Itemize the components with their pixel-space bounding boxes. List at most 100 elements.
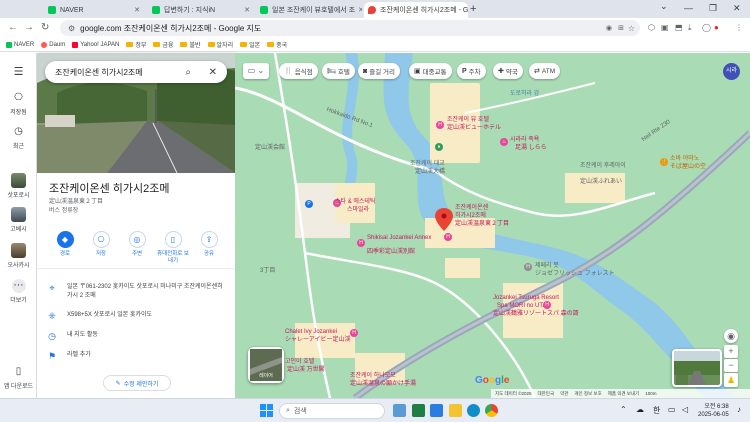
menu-button[interactable]: ☰ (0, 65, 37, 78)
privacy-link[interactable]: 개인 정보 보호 (574, 391, 601, 397)
my-location-button[interactable]: ◉ (724, 329, 738, 343)
bookmark-naver[interactable]: NAVER (6, 41, 34, 48)
back-icon[interactable]: ← (8, 22, 18, 33)
plus-code-row[interactable]: ⁜ X598+5X 삿포로시 일본 홋카이도 (37, 311, 235, 322)
bookmark-daum[interactable]: Daum (41, 41, 65, 48)
hotel-poi-icon[interactable]: H (543, 301, 551, 309)
rail-saved[interactable]: ⎔ 저장됨 (0, 91, 37, 116)
bookmark-folder-3[interactable]: 블반 (180, 40, 201, 49)
send-to-phone-button[interactable]: ▯ 휴대전화로 보내기 (155, 231, 191, 265)
zoom-out-button[interactable]: − (724, 359, 738, 372)
clock[interactable]: 오전 6:38 2025-06-05 (698, 403, 729, 419)
search-icon[interactable]: ⌕ (185, 67, 191, 78)
share-button[interactable]: ⇪ 공유 (191, 231, 227, 258)
scale-label[interactable]: 100m (645, 391, 656, 396)
store-icon[interactable] (430, 404, 443, 417)
chip-parking[interactable]: P 주차 (457, 63, 486, 79)
bookmark-folder-jobs[interactable]: 알자리 (207, 40, 233, 49)
directions-button[interactable]: ◆ 경로 (47, 231, 83, 258)
chip-transit[interactable]: ▣ 대중교통 (409, 63, 452, 79)
translate-icon[interactable]: ⊞ (618, 24, 624, 32)
layers-button[interactable]: 레이어 (248, 347, 284, 383)
reload-icon[interactable]: ↻ (41, 22, 49, 33)
feedback-link[interactable]: 제품 의견 보내기 (608, 391, 639, 397)
forward-icon[interactable]: → (24, 22, 34, 33)
region-link[interactable]: 대한민국 (538, 391, 555, 397)
chip-restaurants[interactable]: 🍴 음식점 (279, 63, 318, 79)
rail-kobe[interactable]: 고베시 (0, 207, 37, 233)
rail-osaka[interactable]: 오사카시 (0, 243, 37, 269)
update-indicator-icon[interactable]: ● (714, 23, 719, 32)
add-label-row[interactable]: ⚑ 라벨 추가 (37, 351, 235, 362)
tab-blog[interactable]: 일본 조잔케이 뷰호텔에서 조 ✕ (256, 2, 362, 18)
hotel-poi-icon[interactable]: H (436, 121, 444, 129)
bookmark-star-icon[interactable]: ☆ (628, 24, 635, 33)
task-view-icon[interactable] (393, 404, 406, 417)
site-info-icon[interactable]: ⚙ (68, 24, 75, 33)
chip-pharmacy[interactable]: ✚ 약국 (493, 63, 523, 79)
extension-icon[interactable]: ⬡ (648, 23, 655, 32)
nearby-button[interactable]: ◎ 주변 (119, 231, 155, 258)
park-poi-icon[interactable]: ● (435, 143, 443, 151)
excel-icon[interactable] (412, 404, 425, 417)
search-input[interactable]: 조잔케이온센 히가시2조메 (55, 67, 143, 78)
location-icon[interactable]: ◉ (606, 24, 612, 32)
bookmark-folder-gov[interactable]: 정부 (126, 40, 146, 49)
close-icon[interactable]: ✕ (209, 67, 217, 78)
screenshot-icon[interactable]: ⬒ (675, 23, 683, 32)
rail-recent[interactable]: ◷ 최근 (0, 125, 37, 150)
chip-atm[interactable]: ⇄ ATM (529, 63, 561, 79)
restaurant-poi-icon[interactable]: 🍴 (660, 158, 668, 166)
parking-poi-icon[interactable]: P (305, 200, 313, 208)
bookmark-folder-japan[interactable]: 일본 (240, 40, 260, 49)
onsen-poi-icon[interactable]: ♨ (500, 138, 508, 146)
edge-icon[interactable] (467, 404, 480, 417)
close-window-button[interactable]: ✕ (733, 3, 741, 14)
hotel-poi-icon[interactable]: H (357, 239, 365, 247)
bookmark-yahoo[interactable]: Yahoo! JAPAN (72, 41, 119, 48)
menu-kebab-icon[interactable]: ⋮ (735, 23, 743, 32)
street-view-preview[interactable] (672, 349, 722, 387)
save-button[interactable]: ⎔ 저장 (83, 231, 119, 258)
chip-hotels[interactable]: 🛏 호텔 (322, 63, 355, 79)
hotel-poi-icon[interactable]: H (524, 263, 532, 271)
windows-start-icon[interactable] (260, 404, 273, 417)
suggest-edit-button[interactable]: ✎ 수정 제안하기 (103, 375, 171, 391)
account-avatar[interactable]: 시라 (723, 63, 740, 80)
taskbar-search[interactable]: ⌕ 검색 (279, 403, 385, 419)
hotel-poi-icon[interactable]: H (444, 233, 452, 241)
network-icon[interactable]: ▭ (668, 405, 676, 414)
bookmark-folder-china[interactable]: 중국 (267, 40, 287, 49)
street-view-photo[interactable]: 조잔케이온센 히가시2조메 ⌕ ✕ (37, 53, 235, 173)
maximize-button[interactable]: ❐ (709, 3, 717, 14)
profile-icon[interactable]: ◯ (702, 23, 711, 32)
address-bar[interactable]: ⚙ google.com 조잔케이온센 히가시2조메 - Google 지도 ◉… (60, 20, 640, 36)
camera-extension-icon[interactable]: ▣ (661, 23, 669, 32)
zoom-in-button[interactable]: + (724, 345, 738, 358)
hotel-poi-icon[interactable]: H (350, 329, 358, 337)
map-layer-toggle[interactable]: ▭ ⌄ (243, 63, 269, 79)
minimize-button[interactable]: — (684, 3, 693, 13)
input-method-label[interactable]: 한 (653, 405, 660, 416)
notification-bell-icon[interactable]: ♪ (737, 405, 741, 414)
cloud-icon[interactable]: ☁ (636, 405, 644, 414)
close-icon[interactable]: ✕ (241, 6, 250, 14)
new-tab-button[interactable]: + (470, 3, 476, 15)
bookmark-folder-finance[interactable]: 금융 (153, 40, 173, 49)
tab-naver[interactable]: NAVER ✕ (44, 2, 144, 18)
chrome-icon[interactable] (485, 404, 498, 417)
close-icon[interactable]: ✕ (131, 6, 140, 14)
tray-overflow-icon[interactable]: ⌃ (620, 405, 627, 414)
pegman-button[interactable]: ♟ (724, 373, 738, 387)
rail-sapporo[interactable]: 삿포로시 (0, 173, 37, 199)
address-row[interactable]: ⌖ 일본 〒061-2302 홋카이도 삿포로시 미나미구 조잔케이온센히가시 2… (37, 283, 235, 301)
file-explorer-icon[interactable] (449, 404, 462, 417)
chip-things-to-do[interactable]: ◙ 즐길 거리 (358, 63, 400, 79)
download-icon[interactable]: ⤓ (688, 23, 692, 33)
map-canvas[interactable]: ▭ ⌄ 🍴 음식점 🛏 호텔 ◙ 즐길 거리 ▣ 대중교통 P 주차 ✚ 약국 ⇄ ATM 시… (235, 53, 750, 398)
activity-row[interactable]: ◷ 내 지도 활동 (37, 331, 235, 342)
search-box[interactable]: 조잔케이온센 히가시2조메 ⌕ ✕ (45, 61, 227, 83)
terms-link[interactable]: 약관 (560, 391, 568, 397)
tab-google-maps[interactable]: 조잔케이온센 히가시2조메 - G ✕ (364, 2, 468, 18)
rail-more[interactable]: ⋯ 더보기 (0, 279, 37, 304)
